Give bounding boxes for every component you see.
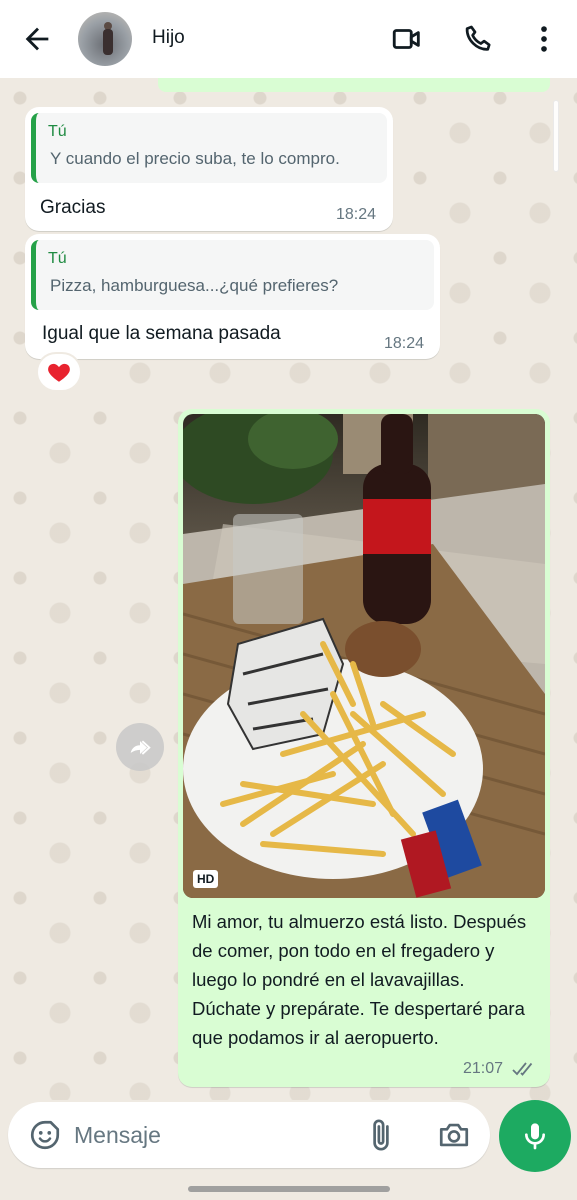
- avatar[interactable]: [78, 12, 132, 66]
- message-time: 21:07: [463, 1060, 504, 1077]
- sticker-icon[interactable]: [28, 1118, 62, 1152]
- message-caption: Mi amor, tu almuerzo está listo. Después…: [192, 911, 527, 1048]
- forward-button[interactable]: [116, 723, 164, 771]
- quote-author: Tú: [48, 123, 67, 140]
- quote-text: Y cuando el precio suba, te lo compro.: [50, 149, 340, 168]
- quote-text: Pizza, hamburguesa...¿qué prefieres?: [50, 276, 339, 295]
- scrollbar[interactable]: [553, 100, 559, 172]
- outgoing-message[interactable]: HD Mi amor, tu almuerzo está listo. Desp…: [178, 409, 550, 1087]
- mic-icon: [525, 1123, 545, 1150]
- more-vert-icon[interactable]: [527, 22, 561, 56]
- incoming-message[interactable]: Tú Y cuando el precio suba, te lo compro…: [25, 107, 393, 231]
- reaction-badge[interactable]: [36, 352, 82, 392]
- back-arrow-icon[interactable]: [20, 22, 54, 56]
- quoted-message[interactable]: Tú Pizza, hamburguesa...¿qué prefieres?: [31, 240, 434, 310]
- chat-area[interactable]: Tú Y cuando el precio suba, te lo compro…: [0, 78, 577, 1100]
- chat-header: Hijo: [0, 0, 577, 78]
- read-receipt-icon: [512, 1062, 533, 1076]
- quote-author: Tú: [48, 250, 67, 267]
- message-text: Igual que la semana pasada: [42, 323, 281, 344]
- phone-icon[interactable]: [462, 22, 496, 56]
- heart-icon: [48, 363, 70, 382]
- contact-name[interactable]: Hijo: [152, 27, 185, 49]
- previous-message-tail: [158, 78, 550, 92]
- attach-icon[interactable]: [364, 1118, 398, 1152]
- message-input[interactable]: [74, 1116, 354, 1154]
- video-call-icon[interactable]: [390, 22, 424, 56]
- hd-badge: HD: [193, 870, 219, 888]
- photo-attachment[interactable]: HD: [183, 414, 545, 898]
- message-text: Gracias: [40, 197, 106, 218]
- message-time: 18:24: [336, 206, 377, 223]
- camera-icon[interactable]: [436, 1118, 472, 1152]
- meal-photo: [183, 414, 545, 898]
- message-composer: [8, 1102, 490, 1168]
- message-time: 18:24: [384, 335, 425, 352]
- forward-icon: [130, 740, 151, 755]
- incoming-message[interactable]: Tú Pizza, hamburguesa...¿qué prefieres? …: [25, 234, 440, 359]
- voice-record-button[interactable]: [499, 1100, 571, 1172]
- home-indicator[interactable]: [188, 1186, 390, 1192]
- quoted-message[interactable]: Tú Y cuando el precio suba, te lo compro…: [31, 113, 387, 183]
